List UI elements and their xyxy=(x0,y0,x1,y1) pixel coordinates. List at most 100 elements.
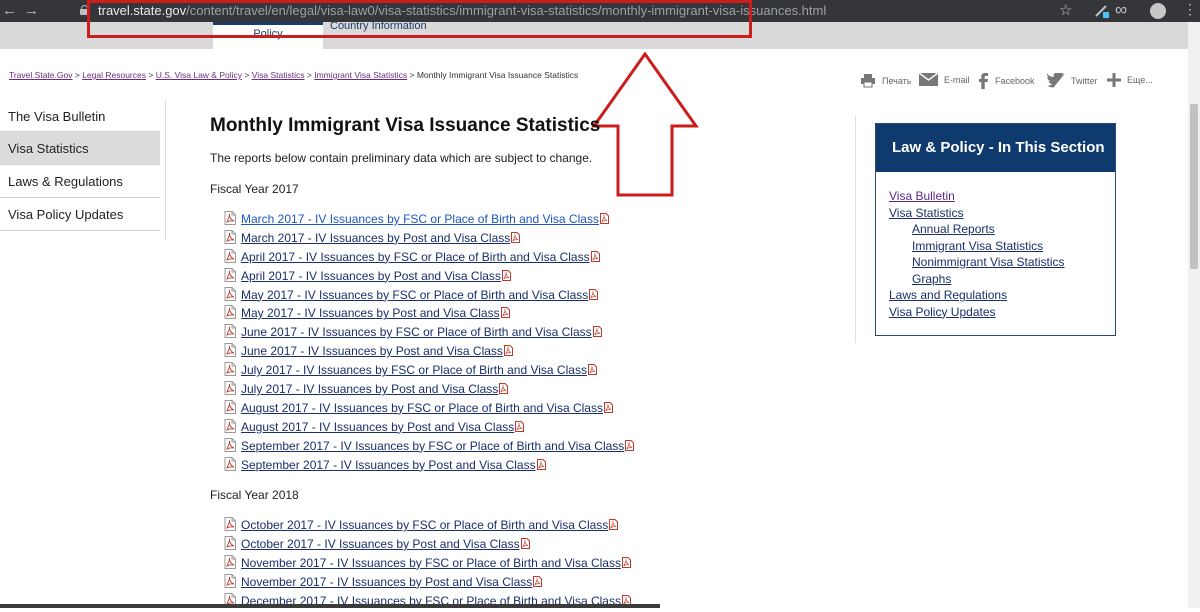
report-list-item: July 2017 - IV Issuances by FSC or Place… xyxy=(224,361,634,380)
report-link[interactable]: May 2017 - IV Issuances by Post and Visa… xyxy=(241,306,500,320)
pdf-icon xyxy=(224,456,236,471)
breadcrumb-link[interactable]: U.S. Visa Law & Policy xyxy=(156,70,242,80)
pdf-icon xyxy=(609,517,619,530)
email-icon xyxy=(919,73,938,86)
lock-icon[interactable] xyxy=(80,5,89,15)
pdf-icon xyxy=(224,324,236,339)
email-button[interactable]: E-mail xyxy=(919,73,970,86)
pdf-icon xyxy=(592,324,602,338)
report-link[interactable]: November 2017 - IV Issuances by FSC or P… xyxy=(241,556,621,570)
report-link[interactable]: July 2017 - IV Issuances by Post and Vis… xyxy=(241,382,498,396)
pdf-icon xyxy=(515,419,525,432)
breadcrumb-current: Monthly Immigrant Visa Issuance Statisti… xyxy=(416,70,579,80)
url-text[interactable]: travel.state.gov/content/travel/en/legal… xyxy=(98,3,826,19)
back-arrow-icon[interactable]: ← xyxy=(2,2,17,20)
report-list-item: August 2017 - IV Issuances by FSC or Pla… xyxy=(224,399,634,418)
extension-icon[interactable] xyxy=(1094,3,1110,19)
pdf-icon xyxy=(224,286,236,301)
report-list-item: October 2017 - IV Issuances by Post and … xyxy=(224,535,631,554)
report-link[interactable]: June 2017 - IV Issuances by Post and Vis… xyxy=(241,344,503,358)
pdf-icon xyxy=(587,362,597,376)
section-link[interactable]: Visa Bulletin xyxy=(889,188,1115,205)
infinity-icon[interactable]: ∞ xyxy=(1115,0,1127,20)
report-link[interactable]: August 2017 - IV Issuances by FSC or Pla… xyxy=(241,401,603,415)
section-link[interactable]: Graphs xyxy=(889,271,1115,288)
browser-toolbar: ← → travel.state.gov/content/travel/en/l… xyxy=(0,0,1200,22)
report-list-item: May 2017 - IV Issuances by FSC or Place … xyxy=(224,286,634,305)
report-link[interactable]: September 2017 - IV Issuances by FSC or … xyxy=(241,439,624,453)
in-this-section-box: Law & Policy - In This Section Visa Bull… xyxy=(875,123,1116,336)
facebook-icon xyxy=(979,73,988,89)
pdf-icon xyxy=(533,574,543,587)
twitter-button[interactable]: Twitter xyxy=(1047,73,1098,88)
section-link[interactable]: Visa Statistics xyxy=(889,205,1115,222)
fy2017-report-list: March 2017 - IV Issuances by FSC or Plac… xyxy=(224,210,635,475)
sidebar-item-visa-bulletin[interactable]: The Visa Bulletin xyxy=(0,100,160,132)
pdf-icon xyxy=(621,555,631,568)
facebook-button[interactable]: Facebook xyxy=(977,73,1035,89)
report-list-item: November 2017 - IV Issuances by Post and… xyxy=(224,573,631,592)
sidebar-item-visa-statistics[interactable]: Visa Statistics xyxy=(0,132,160,165)
report-list-item: November 2017 - IV Issuances by FSC or P… xyxy=(224,554,631,573)
pdf-icon xyxy=(224,343,236,358)
section-link[interactable]: Visa Policy Updates xyxy=(889,304,1115,321)
report-list-item: May 2017 - IV Issuances by Post and Visa… xyxy=(224,304,634,323)
in-this-section-title: Law & Policy - In This Section xyxy=(876,124,1115,172)
report-list-item: September 2017 - IV Issuances by FSC or … xyxy=(224,437,635,456)
pdf-icon xyxy=(224,229,236,244)
pdf-icon xyxy=(590,249,600,262)
report-list-item: August 2017 - IV Issuances by Post and V… xyxy=(224,418,634,437)
intro-text: The reports below contain preliminary da… xyxy=(210,151,593,165)
breadcrumb-link[interactable]: Travel.State.Gov xyxy=(9,70,72,80)
forward-arrow-icon[interactable]: → xyxy=(24,2,39,20)
report-link[interactable]: May 2017 - IV Issuances by FSC or Place … xyxy=(241,288,588,302)
fiscal-year-heading: Fiscal Year 2018 xyxy=(210,488,299,502)
pdf-icon xyxy=(224,573,236,588)
site-top-nav: Policy Country Information xyxy=(0,20,1188,49)
pdf-icon xyxy=(500,305,510,319)
pdf-icon xyxy=(224,437,236,452)
report-link[interactable]: October 2017 - IV Issuances by FSC or Pl… xyxy=(241,518,608,532)
report-link[interactable]: July 2017 - IV Issuances by FSC or Place… xyxy=(241,363,587,377)
pdf-icon xyxy=(589,287,599,300)
scrollbar-thumb[interactable] xyxy=(1190,104,1198,269)
report-list-item: March 2017 - IV Issuances by FSC or Plac… xyxy=(224,210,634,229)
profile-icon[interactable] xyxy=(1150,3,1166,19)
tab-country-information[interactable]: Country Information xyxy=(330,20,427,32)
sidebar-item-laws-regulations[interactable]: Laws & Regulations xyxy=(0,165,160,198)
more-button[interactable]: Еще... xyxy=(1107,73,1153,87)
report-link[interactable]: April 2017 - IV Issuances by Post and Vi… xyxy=(241,269,501,283)
breadcrumb-link[interactable]: Visa Statistics xyxy=(252,70,305,80)
section-link[interactable]: Laws and Regulations xyxy=(889,287,1115,304)
section-link[interactable]: Immigrant Visa Statistics xyxy=(889,238,1115,255)
pdf-icon xyxy=(501,268,511,281)
report-link[interactable]: June 2017 - IV Issuances by FSC or Place… xyxy=(241,325,592,339)
breadcrumb-link[interactable]: Immigrant Visa Statistics xyxy=(314,70,407,80)
section-link[interactable]: Annual Reports xyxy=(889,221,1115,238)
pdf-icon xyxy=(224,362,236,377)
report-link[interactable]: April 2017 - IV Issuances by FSC or Plac… xyxy=(241,250,590,264)
report-link[interactable]: November 2017 - IV Issuances by Post and… xyxy=(241,575,532,589)
report-link[interactable]: October 2017 - IV Issuances by Post and … xyxy=(241,537,520,551)
pdf-icon xyxy=(224,399,236,414)
report-list-item: September 2017 - IV Issuances by Post an… xyxy=(224,456,634,475)
report-link[interactable]: August 2017 - IV Issuances by Post and V… xyxy=(241,420,514,434)
report-list-item: June 2017 - IV Issuances by Post and Vis… xyxy=(224,342,634,361)
report-list-item: April 2017 - IV Issuances by FSC or Plac… xyxy=(224,248,634,267)
print-button[interactable]: Печать xyxy=(860,73,911,88)
pdf-icon xyxy=(224,381,236,396)
section-link[interactable]: Nonimmigrant Visa Statistics xyxy=(889,254,1115,271)
twitter-icon xyxy=(1047,73,1065,88)
pdf-icon xyxy=(224,267,236,282)
report-link[interactable]: March 2017 - IV Issuances by FSC or Plac… xyxy=(241,212,599,226)
pdf-icon xyxy=(511,230,521,243)
pdf-icon xyxy=(224,418,236,433)
report-link[interactable]: September 2017 - IV Issuances by Post an… xyxy=(241,458,536,472)
menu-icon[interactable]: ⋮ xyxy=(1183,1,1197,18)
breadcrumb-link[interactable]: Legal Resources xyxy=(82,70,146,80)
sidebar-item-visa-policy-updates[interactable]: Visa Policy Updates xyxy=(0,198,160,231)
report-link[interactable]: March 2017 - IV Issuances by Post and Vi… xyxy=(241,231,510,245)
in-this-section-links: Visa Bulletin Visa Statistics Annual Repor… xyxy=(876,172,1115,320)
tab-policy[interactable]: Policy xyxy=(213,22,323,49)
star-icon[interactable]: ☆ xyxy=(1059,1,1072,19)
